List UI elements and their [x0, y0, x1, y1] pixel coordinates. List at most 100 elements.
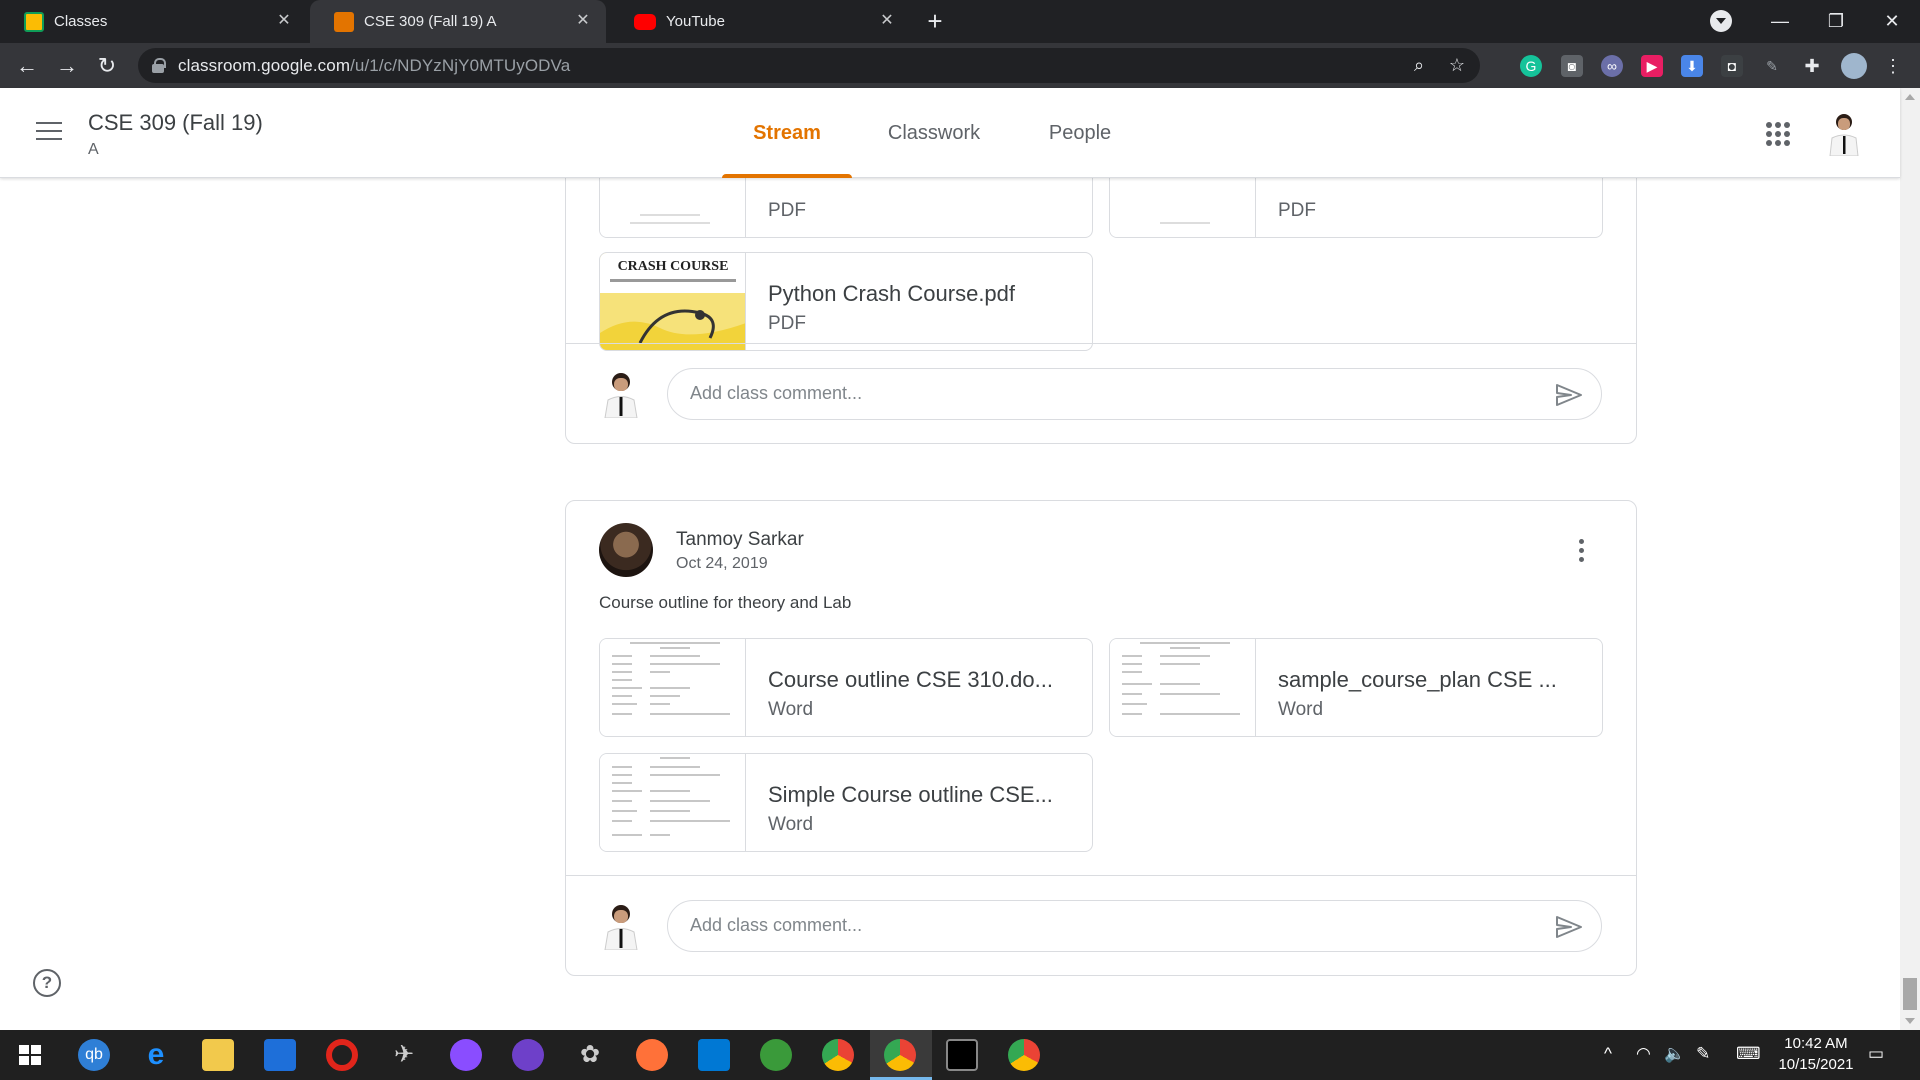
tab-classwork[interactable]: Classwork — [874, 88, 994, 178]
minimize-icon[interactable]: — — [1752, 0, 1808, 43]
tab-stream[interactable]: Stream — [722, 88, 852, 178]
firefox-icon[interactable] — [636, 1039, 668, 1071]
download-extension-icon[interactable]: ⬇ — [1681, 55, 1703, 77]
class-title[interactable]: CSE 309 (Fall 19) — [88, 110, 263, 136]
chrome-icon[interactable] — [1008, 1039, 1040, 1071]
hamburger-menu-icon[interactable] — [36, 122, 62, 142]
lock-icon[interactable] — [152, 58, 166, 73]
google-apps-icon[interactable] — [1766, 122, 1790, 146]
file-explorer-icon[interactable] — [202, 1039, 234, 1071]
bookmark-star-icon[interactable]: ☆ — [1446, 54, 1468, 76]
vscode-icon[interactable] — [698, 1039, 730, 1071]
tab-classes[interactable]: Classes ✕ — [0, 0, 307, 43]
tab-cse309[interactable]: CSE 309 (Fall 19) A ✕ — [310, 0, 606, 43]
classroom-icon — [334, 11, 354, 32]
browser-toolbar: ← → ↻ classroom.google.com/u/1/c/NDYzNjY… — [0, 43, 1920, 88]
tab-youtube[interactable]: YouTube ✕ — [610, 0, 910, 43]
browser-menu-icon[interactable]: ⋮ — [1882, 55, 1904, 77]
address-bar[interactable]: classroom.google.com/u/1/c/NDYzNjY0MTUyO… — [138, 48, 1480, 83]
profile-icon[interactable] — [1841, 53, 1867, 79]
github-icon[interactable] — [512, 1039, 544, 1071]
terminal-icon[interactable] — [946, 1039, 978, 1071]
wifi-icon[interactable]: ◠ — [1636, 1044, 1651, 1064]
close-icon[interactable]: ✕ — [574, 12, 592, 30]
avatar[interactable] — [1824, 110, 1864, 157]
scroll-down-icon[interactable] — [1905, 1018, 1915, 1024]
stream-post: PDF PDF CRASH COURSE Python Crash Course… — [565, 178, 1637, 444]
attachment-card[interactable]: PDF — [599, 178, 1093, 238]
app-icon[interactable] — [760, 1039, 792, 1071]
attachment-card[interactable]: PDF — [1109, 178, 1603, 238]
attachment-thumbnail — [1110, 178, 1256, 237]
scroll-up-icon[interactable] — [1905, 94, 1915, 100]
help-icon[interactable]: ? — [33, 969, 61, 997]
paint-icon[interactable]: ✿ — [574, 1039, 606, 1071]
attachment-title: sample_course_plan CSE ... — [1278, 667, 1557, 692]
tab-people[interactable]: People — [1030, 88, 1130, 178]
author-avatar — [599, 523, 653, 577]
window-controls: — ❐ ✕ — [1752, 0, 1920, 43]
tab-title: YouTube — [666, 13, 725, 30]
class-comment-row: Add class comment... — [566, 343, 1636, 443]
new-tab-button[interactable]: + — [922, 8, 948, 34]
windows-start-icon[interactable] — [14, 1039, 46, 1071]
send-icon[interactable] — [1555, 383, 1583, 407]
reload-icon[interactable]: ↻ — [92, 51, 122, 81]
screen-extension-icon[interactable]: ◘ — [1721, 55, 1743, 77]
close-icon[interactable]: ✕ — [275, 12, 293, 30]
extension-icon[interactable]: ∞ — [1601, 55, 1623, 77]
book-cover-thumbnail: CRASH COURSE — [600, 253, 746, 350]
class-comment-input[interactable]: Add class comment... — [667, 900, 1602, 952]
pen-extension-icon[interactable]: ✎ — [1761, 55, 1783, 77]
clock-date[interactable]: 10/15/2021 — [1774, 1056, 1858, 1073]
attachment-card[interactable]: Simple Course outline CSE... Word — [599, 753, 1093, 852]
mail-icon[interactable] — [264, 1039, 296, 1071]
zoom-icon[interactable]: ⌕ — [1408, 54, 1430, 76]
class-comment-input[interactable]: Add class comment... — [667, 368, 1602, 420]
post-date[interactable]: Oct 24, 2019 — [676, 555, 768, 573]
keyboard-icon[interactable]: ⌨ — [1736, 1044, 1761, 1064]
extensions-puzzle-icon[interactable]: ✚ — [1801, 55, 1823, 77]
notifications-icon[interactable]: ▭ — [1868, 1044, 1884, 1064]
avatar — [599, 370, 643, 419]
clock-time[interactable]: 10:42 AM — [1774, 1035, 1858, 1052]
edge-icon[interactable]: e — [140, 1039, 172, 1071]
tab-title: CSE 309 (Fall 19) A — [364, 13, 497, 30]
attachment-type: Word — [768, 814, 814, 835]
attachment-card[interactable]: Course outline CSE 310.do... Word — [599, 638, 1093, 737]
youtube-icon — [634, 13, 656, 30]
chevron-up-icon[interactable]: ^ — [1604, 1044, 1612, 1064]
qbittorrent-icon[interactable]: qb — [78, 1039, 110, 1071]
play-extension-icon[interactable]: ▶ — [1641, 55, 1663, 77]
restore-icon[interactable]: ❐ — [1808, 0, 1864, 43]
scrollbar[interactable] — [1900, 88, 1920, 1030]
attachment-title: Course outline CSE 310.do... — [768, 667, 1053, 692]
messenger-icon[interactable] — [450, 1039, 482, 1071]
attachment-type: PDF — [768, 313, 806, 334]
more-options-icon[interactable] — [1579, 539, 1585, 563]
attachment-card[interactable]: sample_course_plan CSE ... Word — [1109, 638, 1603, 737]
camera-extension-icon[interactable]: ◙ — [1561, 55, 1583, 77]
close-window-icon[interactable]: ✕ — [1864, 0, 1920, 43]
attachment-title: Python Crash Course.pdf — [768, 281, 1016, 306]
pen-icon[interactable]: ✎ — [1696, 1044, 1710, 1064]
send-icon[interactable] — [1555, 915, 1583, 939]
grammarly-extension-icon[interactable]: G — [1520, 55, 1542, 77]
attachment-type: PDF — [1278, 200, 1316, 221]
attachment-card[interactable]: CRASH COURSE Python Crash Course.pdf PDF — [599, 252, 1093, 351]
volume-icon[interactable]: 🔈 — [1664, 1044, 1685, 1064]
url-text: classroom.google.com/u/1/c/NDYzNjY0MTUyO… — [178, 56, 571, 75]
close-icon[interactable]: ✕ — [878, 12, 896, 30]
app-icon[interactable]: ✈ — [388, 1039, 420, 1071]
classroom-header: CSE 309 (Fall 19) A Stream Classwork Peo… — [0, 88, 1900, 178]
tab-search-icon[interactable] — [1710, 10, 1732, 32]
attachment-thumbnail — [600, 754, 746, 851]
chrome-icon[interactable] — [884, 1039, 916, 1071]
back-icon[interactable]: ← — [12, 51, 42, 81]
scroll-thumb[interactable] — [1903, 978, 1917, 1010]
forward-icon[interactable]: → — [52, 51, 82, 81]
attachment-type: PDF — [768, 200, 806, 221]
browser-tab-bar: Classes ✕ CSE 309 (Fall 19) A ✕ YouTube … — [0, 0, 1920, 43]
opera-icon[interactable] — [326, 1039, 358, 1071]
chrome-icon[interactable] — [822, 1039, 854, 1071]
